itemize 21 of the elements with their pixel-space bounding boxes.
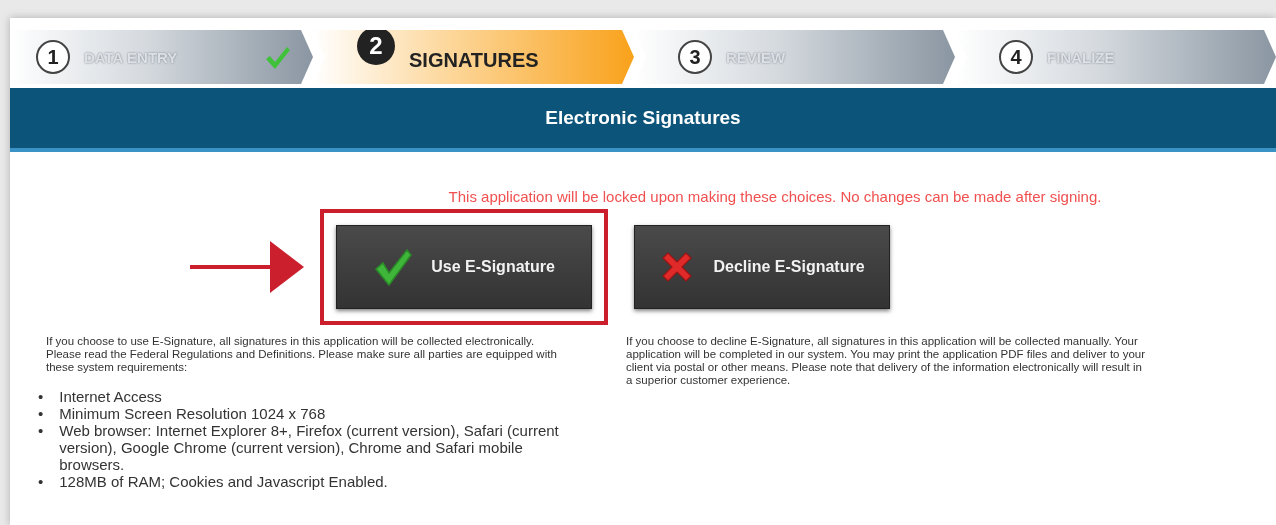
bullet: • xyxy=(38,388,44,405)
choice-note: If you choose to use E-Signature, all signatures in this application will be collected electronically. Please read the Federal Regulations and Definitions. Please make sure all parties are equipped with these system requirements: xyxy=(46,335,558,374)
requirement-item: Minimum Screen Resolution 1024 x 768 xyxy=(59,405,326,422)
step-number: 3 xyxy=(678,40,712,74)
signature-choice-button[interactable]: Use E-Signature xyxy=(336,225,592,309)
bullet: • xyxy=(38,473,44,490)
signature-choice-button[interactable]: Decline E-Signature xyxy=(634,225,890,309)
requirement-item: 128MB of RAM; Cookies and Javascript Enabled. xyxy=(59,473,388,490)
step-number: 1 xyxy=(36,40,70,74)
requirement-item: Web browser: Internet Explorer 8+, Firefox (current version), Safari (current version), Google Chrome (current version), Chrome and Safari mobile browsers. xyxy=(59,422,560,473)
check-icon xyxy=(373,247,414,287)
requirement-item: Internet Access xyxy=(59,388,162,405)
warning-message: This application will be locked upon making these choices. No changes can be made after signing. xyxy=(447,188,1102,205)
step-label: SIGNATURES xyxy=(409,48,539,72)
section-title: Electronic Signatures xyxy=(545,107,741,129)
step-number: 4 xyxy=(999,40,1033,74)
bullet: • xyxy=(38,405,44,422)
choice-note: If you choose to decline E-Signature, all signatures in this application will be collected manually. Your application will be completed in our system. You may print the application PDF files and deliver to your client via postal or other means. Please note that delivery of the information electronically will result in a superior customer experience. xyxy=(626,335,1147,387)
arrow-icon xyxy=(190,241,304,293)
step-number: 2 xyxy=(357,27,395,65)
bullet: • xyxy=(38,422,44,441)
